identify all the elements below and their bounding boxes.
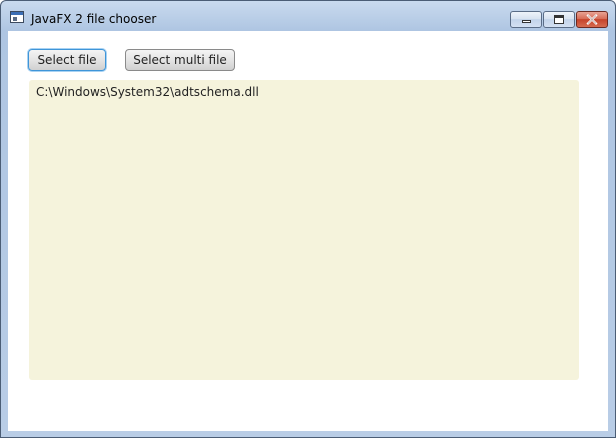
title-bar[interactable]: JavaFX 2 file chooser bbox=[1, 1, 615, 31]
window-content: Select file Select multi file C:\Windows… bbox=[8, 31, 608, 431]
window-title: JavaFX 2 file chooser bbox=[31, 12, 157, 26]
application-window: JavaFX 2 file chooser Select file Select… bbox=[0, 0, 616, 438]
close-icon bbox=[586, 13, 598, 26]
select-file-button[interactable]: Select file bbox=[28, 49, 106, 71]
minimize-button[interactable] bbox=[510, 11, 542, 28]
minimize-icon bbox=[522, 20, 531, 23]
close-button[interactable] bbox=[576, 11, 608, 28]
select-multi-file-button[interactable]: Select multi file bbox=[125, 49, 235, 71]
application-icon[interactable] bbox=[10, 11, 24, 23]
selected-files-text-area[interactable]: C:\Windows\System32\adtschema.dll bbox=[29, 80, 579, 380]
maximize-button[interactable] bbox=[543, 11, 575, 28]
maximize-icon bbox=[554, 15, 564, 24]
